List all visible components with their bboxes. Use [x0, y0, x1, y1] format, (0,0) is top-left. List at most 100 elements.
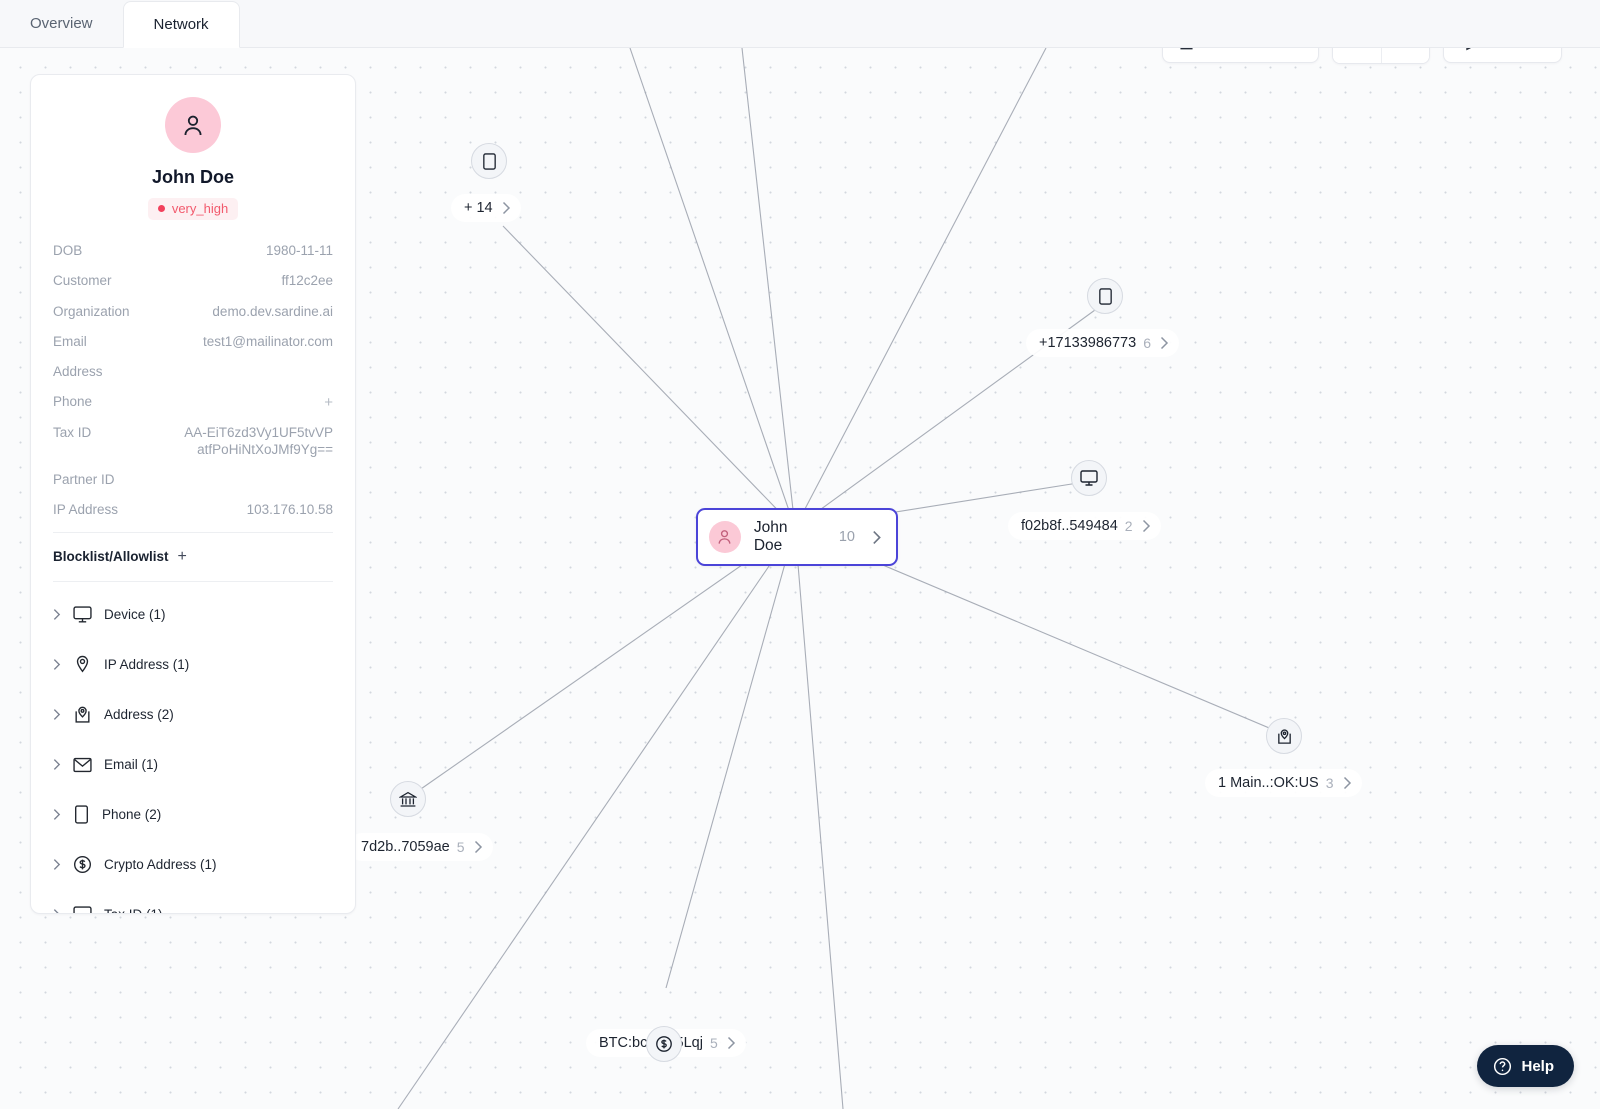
graph-node-count: 5	[709, 1035, 718, 1051]
field-label: Tax ID	[53, 424, 92, 440]
monitor-icon	[73, 606, 92, 624]
graph-node-icon-crypto[interactable]	[646, 1026, 682, 1062]
graph-node-icon-device[interactable]	[1071, 460, 1107, 496]
entity-group-list: Device (1) IP Address (1) Address (2) Em…	[31, 590, 355, 913]
graph-node-label: +17133986773	[1039, 335, 1137, 351]
field-value: demo.dev.sardine.ai	[212, 303, 333, 319]
tab-overview-label: Overview	[30, 15, 93, 32]
sidebar-item-ip-address[interactable]: IP Address (1)	[31, 640, 355, 690]
tab-overview[interactable]: Overview	[0, 0, 123, 47]
tab-network[interactable]: Network	[122, 1, 240, 48]
field-label: Email	[53, 333, 87, 349]
help-label: Help	[1521, 1057, 1554, 1075]
question-circle-icon	[1494, 1057, 1512, 1075]
phone-icon	[73, 805, 90, 824]
monitor-icon	[73, 906, 92, 913]
sidebar-item-address[interactable]: Address (2)	[31, 690, 355, 740]
graph-node-icon-phone-number[interactable]	[1087, 278, 1123, 314]
address-pin-icon	[1277, 728, 1291, 744]
divider	[53, 580, 333, 582]
graph-center-node[interactable]: John Doe 10	[696, 508, 898, 566]
risk-dot-icon	[157, 205, 165, 212]
sidebar-item-label: Device (1)	[104, 607, 166, 623]
chevron-right-icon	[474, 840, 483, 854]
profile-field-dob: DOB 1980-11-11	[53, 242, 333, 259]
dollar-circle-icon	[656, 1036, 672, 1052]
sidebar-item-label: Tax ID (1)	[104, 907, 163, 913]
bank-icon	[399, 791, 417, 807]
profile-field-ip-address: IP Address 103.176.10.58	[53, 501, 333, 518]
chevron-right-icon	[53, 808, 61, 821]
field-label: DOB	[53, 243, 83, 258]
chevron-right-icon	[872, 530, 882, 545]
chevron-right-icon	[1160, 336, 1169, 350]
sidebar-item-label: Crypto Address (1)	[104, 857, 217, 873]
field-label: Organization	[53, 303, 130, 319]
profile-field-address: Address	[53, 363, 333, 380]
field-value: 103.176.10.58	[246, 502, 333, 518]
address-pin-icon	[73, 705, 92, 724]
graph-node-label: 7d2b..7059ae	[361, 839, 450, 855]
profile-field-tax-id: Tax ID AA-EiT6zd3Vy1UF5tvVPatfPoHiNtXoJM…	[53, 424, 333, 459]
field-value: 1980-11-11	[265, 243, 333, 258]
sidebar-item-email[interactable]: Email (1)	[31, 740, 355, 790]
blocklist-allowlist-label: Blocklist/Allowlist	[53, 549, 169, 565]
tab-bar: Overview Network	[0, 0, 1600, 48]
field-label: Address	[53, 364, 103, 380]
chevron-right-icon	[53, 708, 61, 721]
graph-node-icon-bank[interactable]	[390, 781, 426, 817]
graph-node-pill-phone-collapsed[interactable]: + 14	[451, 194, 521, 222]
field-value: test1@mailinator.com	[202, 333, 333, 349]
profile-field-customer: Customer ff12c2ee	[53, 272, 333, 289]
sidebar-item-label: Address (2)	[104, 707, 174, 723]
map-pin-icon	[73, 655, 92, 674]
status-badge: very_high	[147, 198, 239, 220]
sidebar-item-tax-id[interactable]: Tax ID (1)	[31, 890, 355, 913]
profile-field-organization: Organization demo.dev.sardine.ai	[53, 303, 333, 320]
add-phone-button[interactable]: +	[324, 393, 333, 410]
chevron-right-icon	[53, 908, 61, 913]
avatar	[709, 521, 741, 553]
graph-node-icon-phone-collapsed[interactable]	[471, 143, 507, 179]
divider	[53, 531, 333, 533]
field-value: AA-EiT6zd3Vy1UF5tvVPatfPoHiNtXoJMf9Yg==	[184, 424, 333, 457]
phone-icon	[482, 152, 496, 170]
graph-node-pill-bank[interactable]: 7d2b..7059ae 5	[348, 833, 493, 861]
dollar-circle-icon	[73, 855, 92, 874]
sidebar-item-label: Phone (2)	[102, 807, 162, 823]
help-button[interactable]: Help	[1477, 1045, 1574, 1087]
add-blocklist-button[interactable]: +	[178, 548, 187, 565]
graph-node-count: 6	[1143, 335, 1151, 351]
graph-center-node-label: John Doe	[753, 519, 788, 554]
page-title: John Doe	[151, 167, 234, 187]
graph-center-node-count: 10	[838, 529, 855, 545]
chevron-right-icon	[1343, 776, 1352, 790]
sidebar-item-label: IP Address (1)	[104, 657, 190, 673]
graph-node-pill-device[interactable]: f02b8f..549484 2	[1008, 512, 1161, 540]
profile-field-email: Email test1@mailinator.com	[53, 333, 333, 350]
graph-node-label: + 14	[464, 200, 493, 216]
chevron-right-icon	[727, 1036, 736, 1050]
chevron-right-icon	[502, 201, 511, 215]
field-label: Partner ID	[53, 472, 115, 488]
sidebar-item-crypto-address[interactable]: Crypto Address (1)	[31, 840, 355, 890]
phone-icon	[1098, 287, 1112, 305]
blocklist-allowlist-row[interactable]: Blocklist/Allowlist +	[53, 548, 333, 565]
sidebar-item-device[interactable]: Device (1)	[31, 590, 355, 640]
graph-node-pill-address[interactable]: 1 Main..:OK:US 3	[1205, 769, 1362, 797]
monitor-icon	[1080, 469, 1098, 486]
field-value: ff12c2ee	[281, 273, 333, 289]
entity-details-sidebar: John Doe very_high DOB 1980-11-11 Custom…	[30, 74, 356, 914]
graph-node-icon-address[interactable]	[1266, 718, 1302, 754]
field-label: IP Address	[53, 502, 119, 518]
profile-field-list: DOB 1980-11-11 Customer ff12c2ee Organiz…	[53, 242, 333, 519]
status-badge-label: very_high	[171, 201, 229, 216]
graph-node-label: 1 Main..:OK:US	[1218, 775, 1319, 791]
sidebar-item-phone[interactable]: Phone (2)	[31, 790, 355, 840]
field-label: Customer	[53, 273, 112, 289]
chevron-right-icon	[1142, 519, 1151, 533]
profile-field-phone: Phone +	[53, 393, 333, 410]
envelope-icon	[73, 757, 92, 773]
graph-node-pill-phone-number[interactable]: +17133986773 6	[1026, 329, 1179, 357]
profile-field-partner-id: Partner ID	[53, 471, 333, 488]
